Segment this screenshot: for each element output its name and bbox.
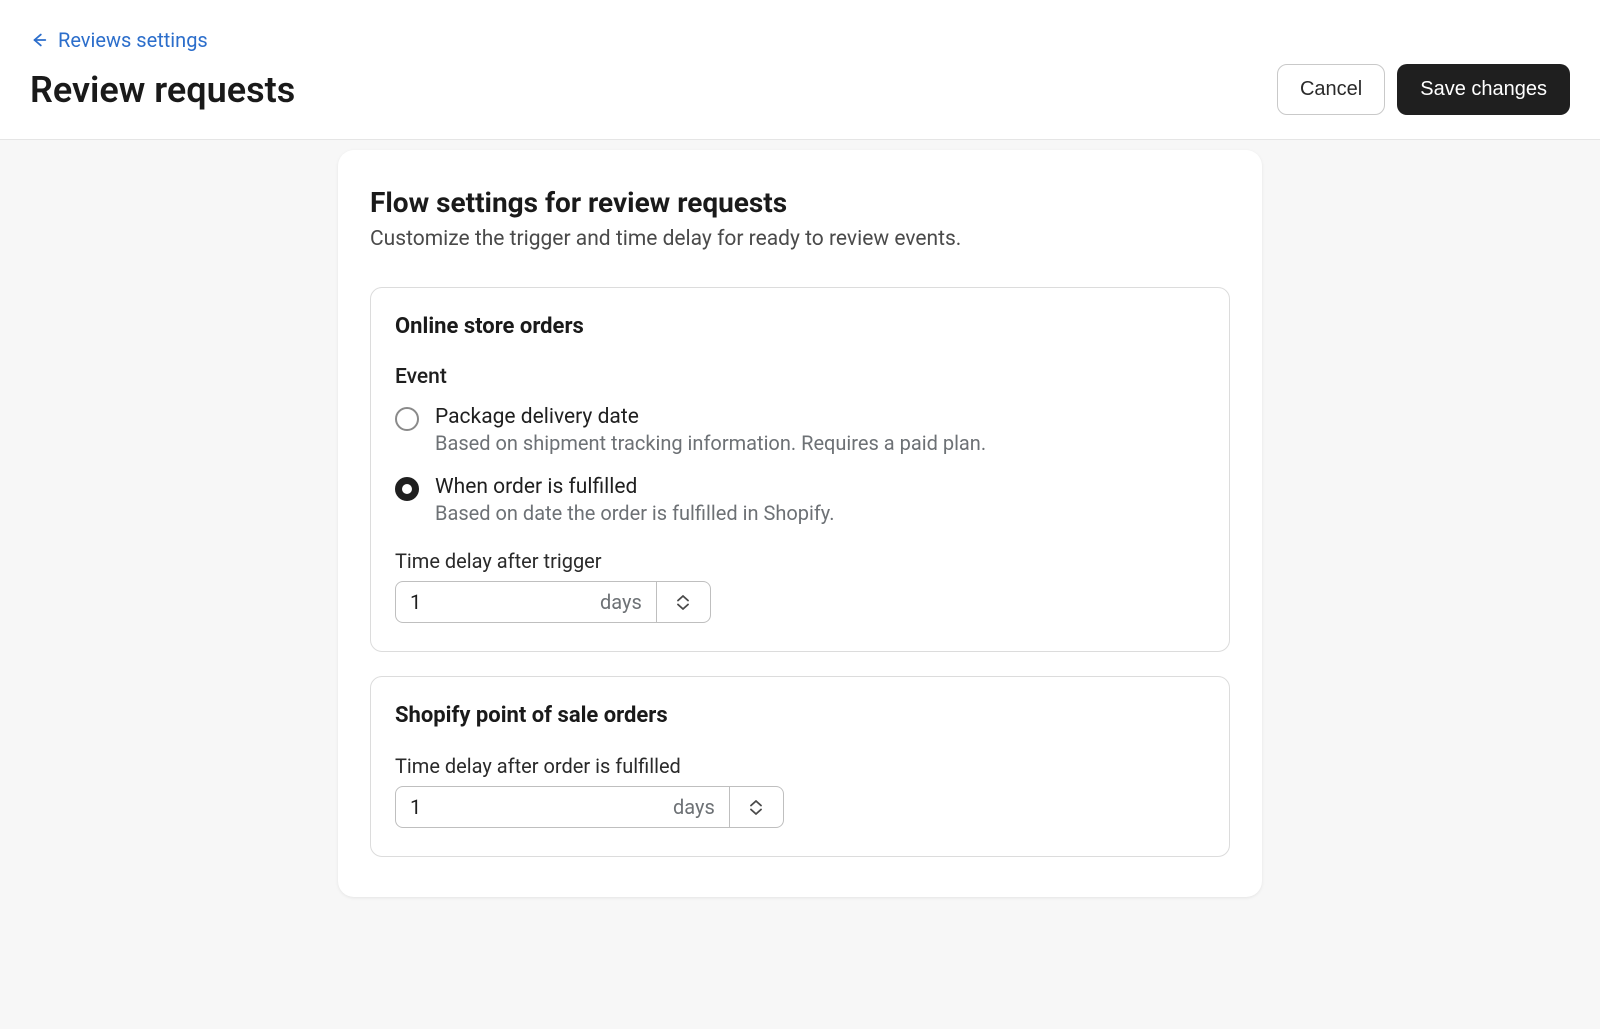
radio-input[interactable] <box>395 407 419 431</box>
chevron-down-icon <box>677 603 689 610</box>
chevron-up-icon <box>750 800 762 807</box>
delay-value-input[interactable]: 1 <box>410 590 580 614</box>
event-label: Event <box>395 365 1205 389</box>
pos-delay-label: Time delay after order is fulfilled <box>395 754 1205 778</box>
radio-description: Based on date the order is fulfilled in … <box>435 501 1205 525</box>
radio-option-package-delivery[interactable]: Package delivery date Based on shipment … <box>395 405 1205 455</box>
stepper-buttons[interactable] <box>657 581 711 623</box>
settings-card: Flow settings for review requests Custom… <box>338 150 1262 897</box>
radio-label: When order is fulfilled <box>435 475 1205 499</box>
radio-description: Based on shipment tracking information. … <box>435 431 1205 455</box>
pos-section: Shopify point of sale orders Time delay … <box>370 676 1230 857</box>
header-actions: Cancel Save changes <box>1277 64 1570 115</box>
breadcrumb: Reviews settings <box>30 28 1570 52</box>
quantity-stepper: 1 days <box>395 581 711 623</box>
pos-delay-unit: days <box>673 795 715 819</box>
chevron-up-icon <box>677 595 689 602</box>
flow-settings-title: Flow settings for review requests <box>370 186 1230 219</box>
stepper-buttons[interactable] <box>730 786 784 828</box>
online-store-section: Online store orders Event Package delive… <box>370 287 1230 652</box>
stepper-input-wrapper[interactable]: 1 days <box>395 581 657 623</box>
main-content: Flow settings for review requests Custom… <box>0 140 1600 1029</box>
quantity-stepper: 1 days <box>395 786 784 828</box>
stepper-input-wrapper[interactable]: 1 days <box>395 786 730 828</box>
radio-input[interactable] <box>395 477 419 501</box>
delay-unit: days <box>600 590 642 614</box>
pos-delay-value-input[interactable]: 1 <box>410 795 653 819</box>
page-title: Review requests <box>30 69 295 111</box>
radio-label: Package delivery date <box>435 405 1205 429</box>
arrow-left-icon <box>30 31 48 49</box>
delay-label: Time delay after trigger <box>395 549 1205 573</box>
radio-option-order-fulfilled[interactable]: When order is fulfilled Based on date th… <box>395 475 1205 525</box>
online-store-title: Online store orders <box>395 314 1205 339</box>
pos-title: Shopify point of sale orders <box>395 703 1205 728</box>
save-button[interactable]: Save changes <box>1397 64 1570 115</box>
breadcrumb-label: Reviews settings <box>58 28 208 52</box>
chevron-down-icon <box>750 808 762 815</box>
cancel-button[interactable]: Cancel <box>1277 64 1385 115</box>
breadcrumb-link[interactable]: Reviews settings <box>30 28 208 52</box>
page-header: Reviews settings Review requests Cancel … <box>0 0 1600 140</box>
flow-settings-description: Customize the trigger and time delay for… <box>370 227 1230 251</box>
